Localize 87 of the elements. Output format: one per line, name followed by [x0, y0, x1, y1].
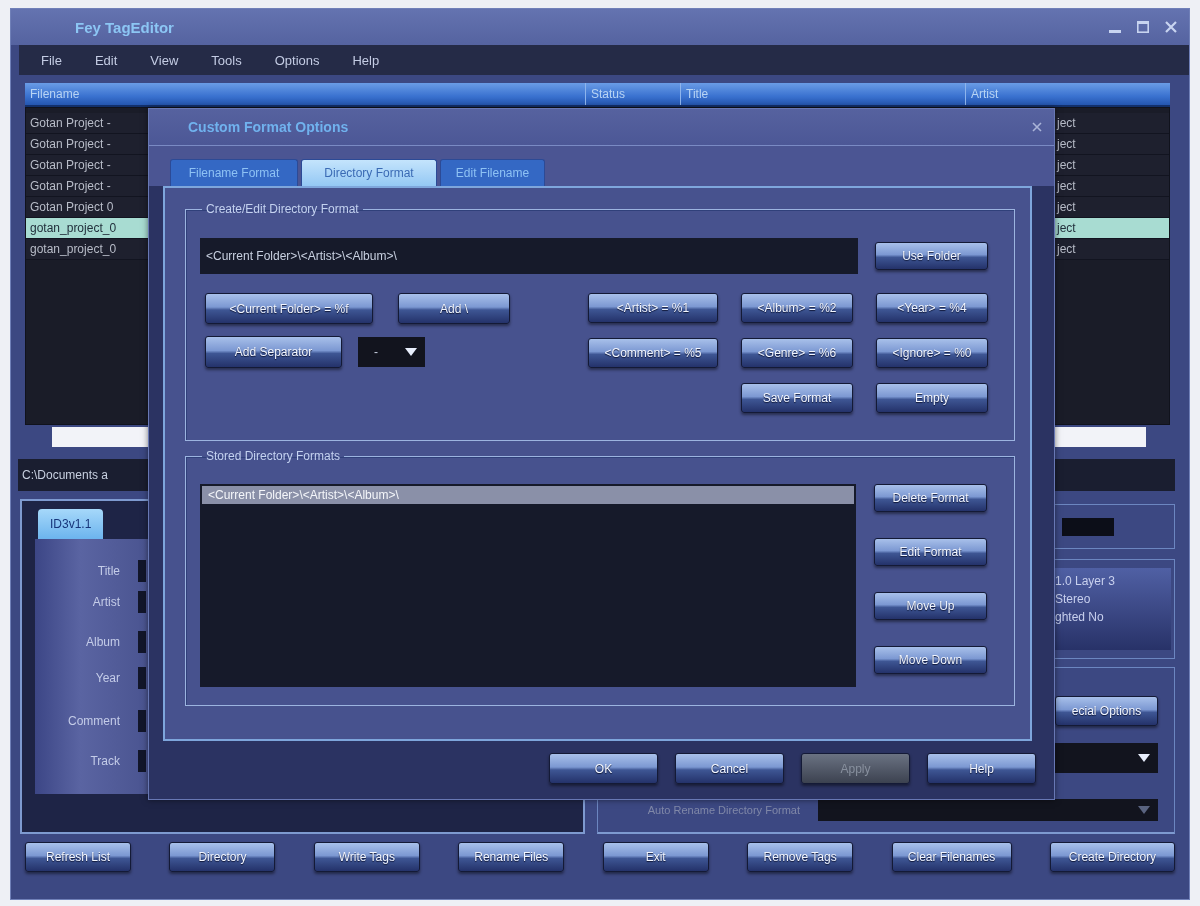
dropdown-field[interactable]: [818, 799, 1158, 821]
tab[interactable]: ID3v1.1: [38, 509, 104, 539]
filename-cell-text: Gotan Project -: [29, 158, 112, 172]
artist-cell-text: ject: [1057, 242, 1077, 256]
input-field[interactable]: [138, 750, 146, 772]
insert-button[interactable]: <Current Folder> = %f: [205, 293, 373, 324]
artist-cell-text: ject: [1057, 200, 1077, 214]
info-text: ghted No: [1055, 610, 1105, 624]
menu-item[interactable]: Tools: [211, 52, 242, 68]
info-text: Stereo: [1055, 592, 1092, 606]
column-header[interactable]: Status: [585, 83, 680, 105]
empty-button[interactable]: Empty: [876, 383, 988, 413]
insert-button[interactable]: <Album> = %2: [741, 293, 853, 323]
save-button[interactable]: Save Format: [741, 383, 853, 413]
dialog-title: Custom Format Options: [188, 119, 349, 135]
action-button[interactable]: Write Tags: [313, 842, 420, 872]
filename-cell-text: gotan_project_0: [29, 242, 118, 256]
display-bar: [1062, 517, 1114, 536]
insert-button[interactable]: Add Separator: [205, 336, 342, 368]
list-action-button[interactable]: Move Up: [874, 592, 987, 620]
menu-item[interactable]: Options: [274, 52, 320, 68]
list-action-button[interactable]: Move Down: [874, 646, 987, 674]
format-input[interactable]: <Current Folder>\<Artist>\<Album>\: [200, 238, 858, 274]
maximize-icon[interactable]: [1137, 21, 1149, 33]
field-label: Artist: [91, 595, 120, 609]
action-button[interactable]: Clear Filenames: [891, 842, 1012, 872]
column-header[interactable]: Artist: [965, 83, 1170, 105]
dialog-button[interactable]: Help: [927, 753, 1036, 784]
action-button[interactable]: Directory: [169, 842, 276, 872]
artist-cell-text: ject: [1057, 137, 1077, 151]
column-header[interactable]: Title: [680, 83, 965, 105]
use-folder-button[interactable]: Use Folder: [875, 242, 988, 270]
menu-item[interactable]: Edit: [94, 52, 118, 68]
caret-icon: [1138, 754, 1150, 762]
filename-cell-text: Gotan Project -: [29, 137, 112, 151]
caret-icon: [405, 348, 417, 356]
insert-button[interactable]: <Artist> = %1: [588, 293, 718, 323]
group-label: Create/Edit Directory Format: [205, 202, 360, 216]
window-title: Fey TagEditor: [75, 18, 174, 36]
action-button[interactable]: Remove Tags: [747, 842, 854, 872]
dialog-button[interactable]: OK: [549, 753, 658, 784]
field-label: Year: [94, 671, 120, 685]
tab[interactable]: Directory Format: [301, 159, 437, 186]
insert-button[interactable]: Add \: [398, 293, 510, 324]
filename-cell-text: Gotan Project -: [29, 179, 112, 193]
minimize-icon[interactable]: [1109, 29, 1121, 33]
input-field[interactable]: [138, 631, 146, 653]
close-icon[interactable]: [1165, 21, 1177, 33]
action-button[interactable]: Refresh List: [25, 842, 131, 872]
input-field[interactable]: [138, 560, 146, 582]
column-header[interactable]: Filename: [25, 83, 585, 105]
dialog-button[interactable]: Cancel: [675, 753, 784, 784]
separator-dropdown[interactable]: -: [358, 337, 425, 367]
input-field[interactable]: [138, 710, 146, 732]
list-item[interactable]: <Current Folder>\<Artist>\<Album>\: [202, 486, 854, 504]
options-button[interactable]: ecial Options: [1055, 696, 1158, 726]
list-action-button[interactable]: Delete Format: [874, 484, 987, 512]
insert-button[interactable]: <Ignore> = %0: [876, 338, 988, 368]
field-label: Album: [85, 635, 120, 649]
insert-button[interactable]: <Genre> = %6: [741, 338, 853, 368]
action-button[interactable]: Create Directory: [1049, 842, 1175, 872]
menu-item[interactable]: Help: [352, 52, 380, 68]
field-label: Track: [89, 754, 120, 768]
list-action-button[interactable]: Edit Format: [874, 538, 987, 566]
menu-item[interactable]: File: [41, 52, 62, 68]
insert-button[interactable]: <Comment> = %5: [588, 338, 718, 368]
tab[interactable]: Edit Filename: [440, 159, 545, 186]
input-field[interactable]: [138, 667, 146, 689]
artist-cell-text: ject: [1057, 179, 1077, 193]
field-label: Comment: [67, 714, 120, 728]
input-field[interactable]: [138, 591, 146, 613]
artist-cell-text: ject: [1057, 116, 1077, 130]
artist-cell-text: ject: [1057, 221, 1077, 235]
artist-cell-text: ject: [1057, 158, 1077, 172]
filename-cell-text: Gotan Project 0: [29, 200, 115, 214]
close-icon[interactable]: [1032, 122, 1042, 132]
insert-button[interactable]: <Year> = %4: [876, 293, 988, 323]
tab[interactable]: Filename Format: [170, 159, 298, 186]
caret-icon: [1138, 806, 1150, 814]
filename-cell-text: Gotan Project -: [29, 116, 112, 130]
menu-item[interactable]: View: [150, 52, 179, 68]
action-button[interactable]: Rename Files: [458, 842, 565, 872]
info-text: 1.0 Layer 3: [1055, 574, 1117, 588]
action-button[interactable]: Exit: [602, 842, 709, 872]
field-label: Title: [96, 564, 120, 578]
filename-cell-text: gotan_project_0: [29, 221, 118, 235]
option-label: Auto Rename Directory Format: [647, 804, 800, 816]
